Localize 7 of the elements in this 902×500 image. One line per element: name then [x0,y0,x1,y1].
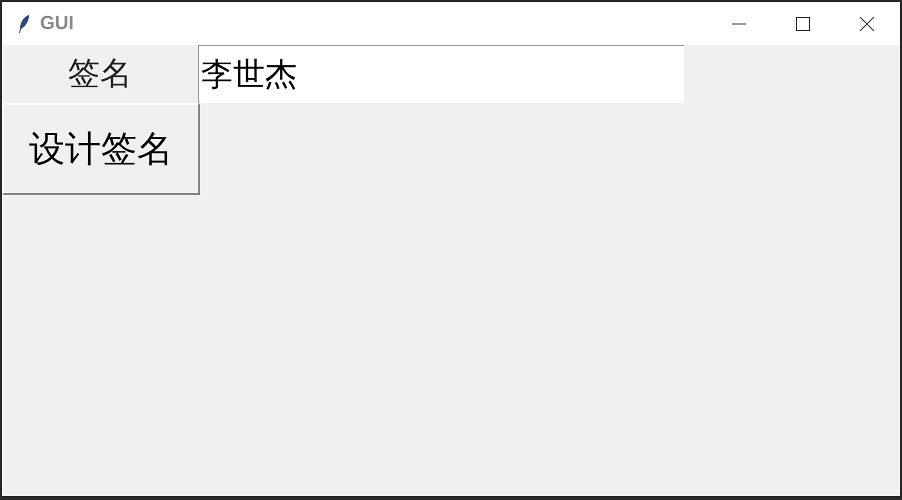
feather-icon [18,14,30,34]
signature-label: 签名 [67,53,133,94]
close-icon[interactable] [860,16,874,30]
maximize-icon[interactable] [796,16,810,30]
signature-input-field[interactable]: 李世杰 [198,45,684,103]
window-title: GUI [40,12,74,34]
design-signature-button[interactable]: 设计签名 [2,103,200,195]
